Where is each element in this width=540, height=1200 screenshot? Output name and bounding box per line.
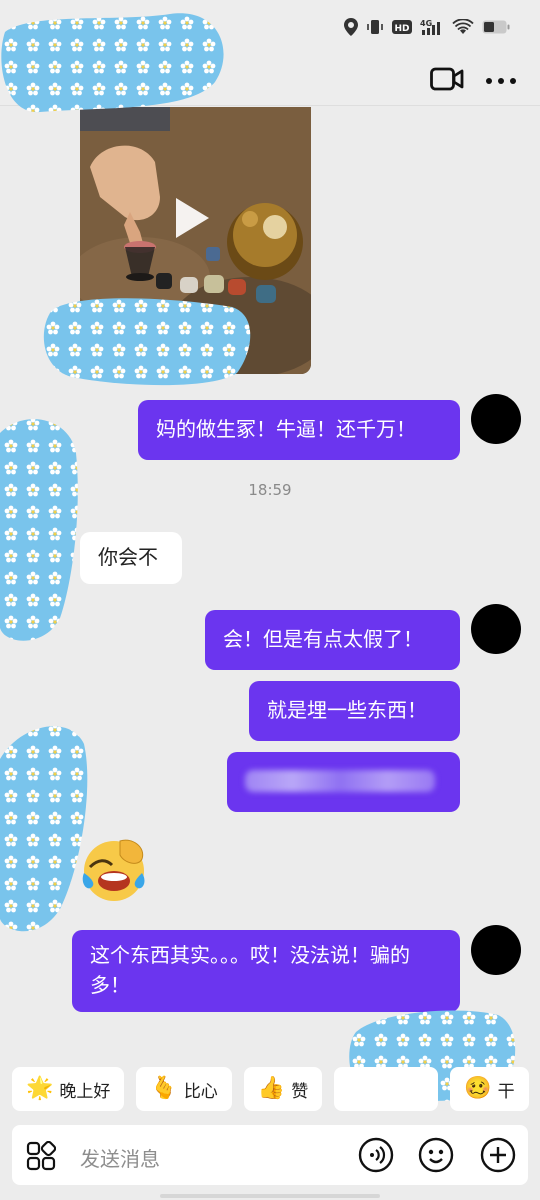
svg-text:HD: HD — [394, 24, 409, 34]
video-call-icon[interactable] — [430, 66, 464, 92]
message-bubble-sent[interactable]: 会！但是有点太假了！ — [205, 610, 460, 670]
message-bubble-received[interactable]: 你会不 — [80, 532, 182, 584]
quick-reply-label: 比心 — [183, 1081, 218, 1102]
quick-reply-label: 晚上好 — [59, 1081, 111, 1102]
heart-hands-emoji: 🫰 — [150, 1076, 178, 1101]
message-text: 会！但是有点太假了！ — [223, 627, 423, 651]
plus-icon[interactable] — [480, 1137, 516, 1173]
vibrate-icon — [366, 18, 384, 40]
privacy-blob — [43, 298, 251, 386]
message-input-bar: 发送消息 — [12, 1125, 528, 1185]
quick-reply-bar: 🌟 晚上好 🫰 比心 👍 赞 🥴 干 — [12, 1067, 540, 1113]
privacy-blob — [0, 419, 78, 641]
message-bubble-sent[interactable]: 这个东西其实。。。哎！没法说！骗的多！ — [72, 930, 460, 1012]
message-text: 你会不 — [98, 545, 158, 569]
thumbs-up-emoji: 👍 — [257, 1076, 286, 1101]
quick-reply-hidden[interactable] — [334, 1067, 439, 1111]
more-icon[interactable] — [484, 72, 518, 84]
location-icon — [344, 18, 358, 40]
quick-reply-heart[interactable]: 🫰 比心 — [136, 1067, 232, 1111]
privacy-blob — [1, 13, 224, 113]
play-icon[interactable] — [172, 195, 212, 241]
message-bubble-sent[interactable]: 妈的做生冢！牛逼！还千万！ — [138, 400, 460, 460]
avatar[interactable] — [471, 604, 521, 654]
battery-icon — [482, 19, 510, 39]
quick-reply-label: 干 — [497, 1081, 515, 1102]
home-indicator[interactable] — [160, 1194, 380, 1198]
avatar[interactable] — [471, 394, 521, 444]
message-text: 这个东西其实。。。哎！没法说！骗的多！ — [90, 943, 410, 997]
star-face-emoji: 🌟 — [26, 1076, 54, 1101]
emoji-icon[interactable] — [418, 1137, 454, 1173]
cheers-emoji: 🥴 — [464, 1076, 492, 1101]
privacy-blob — [0, 726, 88, 932]
quick-reply-good-evening[interactable]: 🌟 晚上好 — [12, 1067, 125, 1111]
quick-reply-like[interactable]: 👍 赞 — [243, 1067, 323, 1111]
hd-icon: HD — [392, 19, 412, 39]
chat-messages[interactable]: 妈的做生冢！牛逼！还千万！ 18:59 你会不 会！但是有点太假了！ 就是埋一些… — [0, 13, 540, 1101]
4g-icon: 4G — [420, 18, 444, 40]
apps-icon[interactable] — [26, 1140, 57, 1171]
quick-reply-cheers[interactable]: 🥴 干 — [450, 1067, 529, 1111]
laughing-crying-emoji[interactable] — [80, 837, 150, 903]
message-input[interactable]: 发送消息 — [80, 1143, 160, 1172]
message-bubble-sent[interactable]: 就是埋一些东西！ — [249, 681, 460, 741]
timestamp: 18:59 — [248, 481, 292, 499]
blurred-text — [245, 770, 435, 792]
message-text: 妈的做生冢！牛逼！还千万！ — [156, 417, 416, 441]
message-bubble-sent-blurred[interactable] — [227, 752, 460, 812]
voice-icon[interactable] — [358, 1137, 394, 1173]
avatar[interactable] — [471, 925, 521, 975]
message-text: 就是埋一些东西！ — [267, 698, 427, 722]
wifi-icon — [452, 18, 474, 39]
quick-reply-label: 赞 — [291, 1081, 309, 1102]
svg-text:4G: 4G — [420, 19, 432, 28]
